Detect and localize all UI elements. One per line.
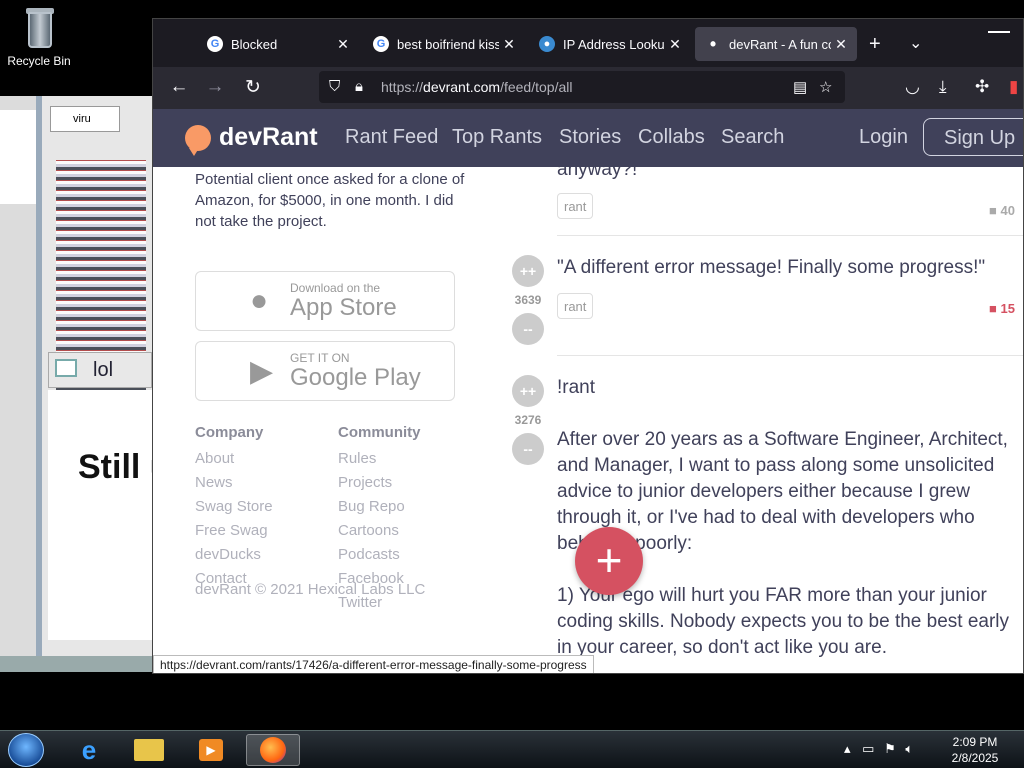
- recycle-bin-icon: [22, 6, 56, 50]
- list-all-tabs-chevron-icon[interactable]: ⌄: [909, 33, 922, 53]
- system-tray[interactable]: ▴ ▭ ⚑ 🔈︎: [844, 741, 913, 757]
- nav-top-rants[interactable]: Top Rants: [452, 126, 542, 149]
- footer-link[interactable]: Free Swag: [195, 519, 273, 543]
- google-icon: G: [207, 36, 223, 52]
- devrant-page: Potential client once asked for a clone …: [153, 109, 1023, 673]
- file-explorer-icon[interactable]: [122, 734, 176, 766]
- dot-icon: •: [709, 33, 717, 54]
- vote-widget: ++ 3276 --: [511, 375, 545, 465]
- flag-icon[interactable]: ⚑: [884, 741, 896, 756]
- extensions-icon[interactable]: ✣: [975, 77, 989, 97]
- footer-link[interactable]: Cartoons: [338, 519, 421, 543]
- close-icon[interactable]: ✕: [831, 36, 851, 53]
- nav-search[interactable]: Search: [721, 126, 784, 149]
- reader-view-icon[interactable]: ▤: [793, 78, 807, 96]
- sidebar: Potential client once asked for a clone …: [195, 167, 465, 611]
- background-window[interactable]: viru lol Still u: [0, 96, 152, 672]
- footer-link[interactable]: Swag Store: [195, 495, 273, 519]
- firefox-window: G Blocked ✕ G best boifriend kissin ✕ ● …: [152, 18, 1024, 674]
- signup-button[interactable]: Sign Up: [923, 118, 1023, 156]
- recycle-bin-label: Recycle Bin: [7, 54, 71, 68]
- extension-icon[interactable]: ▮: [1009, 77, 1018, 97]
- upvote-button[interactable]: ++: [512, 375, 544, 407]
- login-link[interactable]: Login: [859, 126, 908, 149]
- download-icon[interactable]: ⤓: [939, 77, 947, 97]
- internet-explorer-icon[interactable]: e: [62, 734, 116, 766]
- footer-link[interactable]: About: [195, 447, 273, 471]
- footer-link[interactable]: Rules: [338, 447, 421, 471]
- downvote-button[interactable]: --: [512, 433, 544, 465]
- tag-rant[interactable]: rant: [557, 293, 594, 319]
- close-icon[interactable]: ✕: [665, 36, 685, 53]
- footer-link[interactable]: Projects: [338, 471, 421, 495]
- copyright: devRant © 2021 Hexical Labs LLC: [195, 581, 426, 598]
- reload-icon[interactable]: ↻: [241, 76, 265, 99]
- clock[interactable]: 2:09 PM 2/8/2025: [940, 734, 1010, 766]
- downvote-button[interactable]: --: [512, 313, 544, 345]
- tab-ip-lookup[interactable]: ● IP Address Lookup f ✕: [529, 27, 691, 61]
- media-player-icon[interactable]: ▶: [184, 734, 238, 766]
- footer-link[interactable]: News: [195, 471, 273, 495]
- site-header: devRant Rant Feed Top Rants Stories Coll…: [153, 109, 1023, 167]
- back-arrow-icon[interactable]: ←: [167, 76, 191, 98]
- url-bar[interactable]: ⛉ 🔒︎ https://devrant.com/feed/top/all ▤ …: [319, 71, 845, 103]
- vote-widget: ++ 3639 --: [511, 255, 545, 345]
- volume-icon[interactable]: 🔈︎: [905, 741, 913, 756]
- start-button[interactable]: [8, 733, 44, 767]
- tag-rant[interactable]: rant: [557, 193, 594, 219]
- taskbar: e ▶ ▴ ▭ ⚑ 🔈︎ 2:09 PM 2/8/2025: [0, 730, 1024, 768]
- recycle-bin[interactable]: Recycle Bin: [6, 6, 72, 68]
- score: 3276: [514, 413, 542, 427]
- add-rant-button[interactable]: +: [575, 527, 643, 595]
- minimize-button[interactable]: [973, 19, 1023, 45]
- google-play-button[interactable]: ▶ GET IT ON Google Play: [195, 341, 455, 401]
- status-url: https://devrant.com/rants/17426/a-differ…: [153, 655, 594, 673]
- globe-icon: ●: [539, 36, 555, 52]
- upvote-button[interactable]: ++: [512, 255, 544, 287]
- nav-stories[interactable]: Stories: [559, 126, 621, 149]
- sidebar-intro: Potential client once asked for a clone …: [195, 171, 465, 230]
- show-hidden-icons-icon[interactable]: ▴: [844, 741, 851, 756]
- score: 3639: [514, 293, 542, 307]
- tab-devrant[interactable]: • devRant - A fun com ✕: [695, 27, 857, 61]
- window-icon: [55, 359, 77, 377]
- firefox-taskbar-icon[interactable]: [246, 734, 300, 766]
- desktop: Recycle Bin viru lol Still u G Blocked ✕…: [0, 0, 1024, 730]
- nav-toolbar: ← → ↻ ⛉ 🔒︎ https://devrant.com/feed/top/…: [153, 67, 1023, 109]
- tab-bar: G Blocked ✕ G best boifriend kissin ✕ ● …: [153, 19, 1023, 67]
- bookmark-star-icon[interactable]: ☆: [819, 78, 832, 96]
- background-tab[interactable]: viru: [50, 106, 120, 132]
- footer-link[interactable]: Bug Repo: [338, 495, 421, 519]
- rant-title: !rant: [557, 377, 596, 398]
- comment-count[interactable]: ■ 15: [989, 301, 1015, 316]
- close-icon[interactable]: ✕: [499, 36, 519, 53]
- lock-icon[interactable]: 🔒︎: [355, 78, 363, 95]
- devrant-logo[interactable]: devRant: [185, 123, 318, 156]
- network-icon[interactable]: ▭: [862, 741, 874, 756]
- tab-google-search[interactable]: G best boifriend kissin ✕: [363, 27, 525, 61]
- background-lol-window[interactable]: lol: [48, 352, 152, 388]
- google-icon: G: [373, 36, 389, 52]
- rant-body-2[interactable]: 1) Your ego will hurt you FAR more than …: [557, 583, 1023, 661]
- speech-bubble-icon: [185, 124, 211, 156]
- app-store-button[interactable]: ● Download on the App Store: [195, 271, 455, 331]
- comment-count[interactable]: ■ 40: [989, 203, 1015, 218]
- shield-icon[interactable]: ⛉: [329, 78, 340, 95]
- forward-arrow-icon[interactable]: →: [203, 76, 227, 98]
- play-store-icon: ▶: [250, 355, 274, 388]
- close-icon[interactable]: ✕: [333, 36, 353, 53]
- footer-link[interactable]: devDucks: [195, 543, 273, 567]
- url-text[interactable]: https://devrant.com/feed/top/all: [381, 79, 572, 95]
- nav-rant-feed[interactable]: Rant Feed: [345, 126, 438, 149]
- footer-company: Company About News Swag Store Free Swag …: [195, 421, 273, 591]
- pocket-icon[interactable]: ◡: [905, 77, 920, 97]
- rant-text[interactable]: "A different error message! Finally some…: [557, 255, 985, 281]
- apple-icon: ●: [250, 284, 269, 317]
- tab-blocked[interactable]: G Blocked ✕: [197, 27, 359, 61]
- background-still-text: Still u: [48, 390, 152, 640]
- nav-collabs[interactable]: Collabs: [638, 126, 705, 149]
- new-tab-button[interactable]: +: [869, 33, 881, 56]
- footer-link[interactable]: Podcasts: [338, 543, 421, 567]
